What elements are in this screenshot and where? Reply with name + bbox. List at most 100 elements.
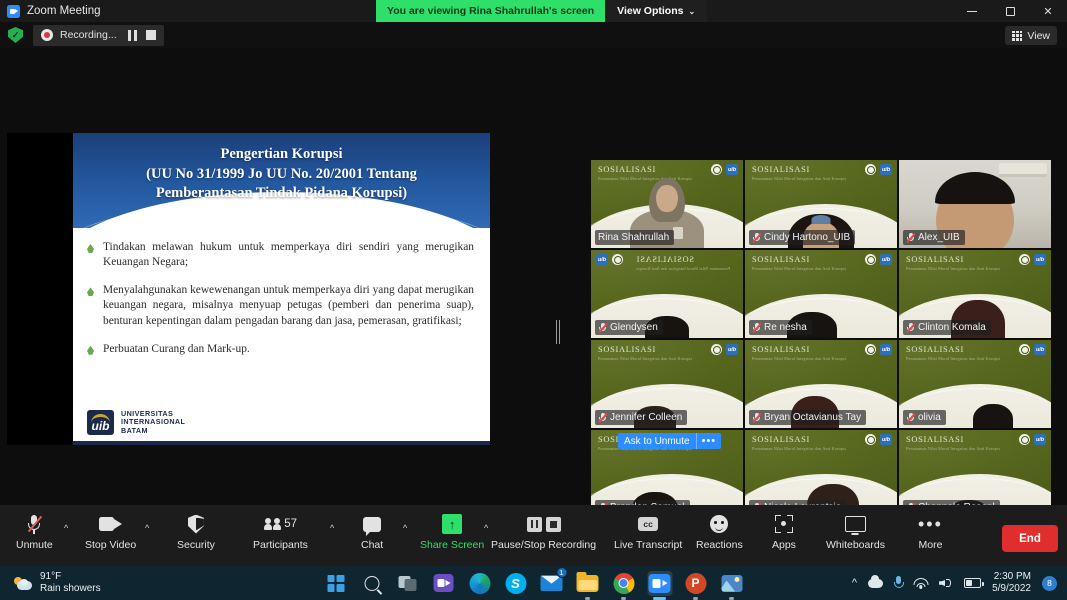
weather-widget[interactable]: 91°F Rain showers <box>14 571 101 596</box>
whiteboard-icon <box>844 513 866 535</box>
powerpoint-button[interactable]: P <box>683 571 708 596</box>
participant-name-bar: Clinton Komala <box>903 320 991 335</box>
uib-badge-icon: uib <box>726 344 738 355</box>
view-layout-button[interactable]: View <box>1005 26 1057 45</box>
seal-icon <box>1019 344 1030 355</box>
virtual-bg-heading: SOSIALISASI <box>752 345 810 354</box>
close-button[interactable]: ✕ <box>1029 0 1067 22</box>
video-tile[interactable]: SOSIALISASI Penanaman Nilai Moral Integr… <box>745 160 897 248</box>
video-tile[interactable]: Alex_UIB <box>899 160 1051 248</box>
virtual-background-title: SOSIALISASI Penanaman Nilai Moral Integr… <box>906 435 1006 452</box>
virtual-background-icons: uib <box>711 164 738 175</box>
ask-to-unmute-button[interactable]: Ask to Unmute <box>618 433 696 449</box>
zoom-taskbar-button[interactable] <box>647 570 672 596</box>
folder-icon <box>576 571 599 592</box>
maximize-button[interactable] <box>991 0 1029 22</box>
chrome-button[interactable] <box>611 571 636 596</box>
virtual-background-title: SOSIALISASI Penanaman Nilai Moral Integr… <box>906 345 1006 362</box>
minimize-icon <box>967 10 977 12</box>
task-view-button[interactable] <box>395 571 420 596</box>
minimize-button[interactable] <box>953 0 991 22</box>
apps-button[interactable]: Apps <box>772 513 796 551</box>
apps-label: Apps <box>772 539 796 551</box>
participants-chevron-icon[interactable]: ^ <box>330 523 334 533</box>
air-conditioner <box>999 163 1047 177</box>
recording-indicator: Recording... <box>33 24 164 46</box>
photos-button[interactable] <box>719 571 744 596</box>
virtual-bg-subheading: Penanaman Nilai Moral Integritas dan Ant… <box>906 356 1001 362</box>
virtual-background-title: SOSIALISASI Penanaman Nilai Moral Integr… <box>636 255 736 272</box>
virtual-background-title: SOSIALISASI Penanaman Nilai Moral Integr… <box>752 435 852 452</box>
video-tile[interactable]: SOSIALISASI Penanaman Nilai Moral Integr… <box>591 340 743 428</box>
audio-options-chevron-icon[interactable]: ^ <box>64 523 68 533</box>
chevron-down-icon: ⌄ <box>688 6 696 16</box>
whiteboards-button[interactable]: Whiteboards <box>826 513 885 551</box>
live-transcript-button[interactable]: cc Live Transcript <box>614 513 682 551</box>
microphone-tray-icon[interactable] <box>894 576 905 590</box>
search-button[interactable] <box>359 571 384 596</box>
clock[interactable]: 2:30 PM 5/9/2022 <box>992 571 1031 596</box>
start-button[interactable] <box>323 571 348 596</box>
share-screen-button[interactable]: Share Screen <box>420 513 484 551</box>
video-options-chevron-icon[interactable]: ^ <box>145 523 149 533</box>
mail-button[interactable]: 1 <box>539 566 567 596</box>
shared-screen-area[interactable]: Pengertian Korupsi (UU No 31/1999 Jo UU … <box>7 133 490 445</box>
windows-taskbar: 91°F Rain showers S 1 P ^ 2:30 PM 5/9/20… <box>0 566 1067 600</box>
video-tile[interactable]: SOSIALISASI Penanaman Nilai Moral Integr… <box>745 340 897 428</box>
virtual-background-icons: uib <box>1019 434 1046 445</box>
virtual-bg-subheading: Penanaman Nilai Moral Integritas dan Ant… <box>906 266 1001 272</box>
tile-more-options-button[interactable]: ••• <box>695 433 722 449</box>
pause-recording-icon[interactable] <box>127 29 137 41</box>
teams-icon <box>433 574 454 592</box>
video-tile[interactable]: SOSIALISASI Penanaman Nilai Moral Integr… <box>899 250 1051 338</box>
seal-icon <box>711 164 722 175</box>
view-options-button[interactable]: View Options ⌄ <box>605 0 708 22</box>
tray-expand-chevron-icon[interactable]: ^ <box>852 577 857 589</box>
volume-icon[interactable] <box>939 577 953 589</box>
security-button[interactable]: Security <box>177 513 215 551</box>
file-explorer-button[interactable] <box>575 571 600 596</box>
chat-chevron-icon[interactable]: ^ <box>403 523 407 533</box>
more-options-button[interactable]: ••• More <box>918 513 943 551</box>
teams-button[interactable] <box>431 571 456 596</box>
skype-button[interactable]: S <box>503 571 528 596</box>
onedrive-cloud-icon[interactable] <box>868 574 884 588</box>
participant-name-bar: Jennifer Colleen <box>595 410 688 425</box>
virtual-bg-heading: SOSIALISASI <box>906 345 964 354</box>
video-tile[interactable]: SOSIALISASI Penanaman Nilai Moral Integr… <box>745 250 897 338</box>
end-meeting-button[interactable]: End <box>1002 525 1058 552</box>
virtual-bg-subheading: Penanaman Nilai Moral Integritas dan Ant… <box>752 356 847 362</box>
pause-stop-recording-button[interactable]: Pause/Stop Recording <box>491 513 596 551</box>
edge-button[interactable] <box>467 571 492 596</box>
share-options-chevron-icon[interactable]: ^ <box>484 523 488 533</box>
participant-name-bar: Cindy Hartono_UIB <box>749 230 856 245</box>
virtual-background-title: SOSIALISASI Penanaman Nilai Moral Integr… <box>598 345 698 362</box>
uib-logo-icon: uib <box>87 409 114 435</box>
chat-button[interactable]: Chat <box>361 513 383 551</box>
rain-cloud-icon <box>14 576 33 591</box>
stop-video-button[interactable]: Stop Video <box>85 513 136 551</box>
wifi-icon[interactable] <box>913 577 929 589</box>
virtual-bg-subheading: Penanaman Nilai Moral Integritas dan Ant… <box>598 356 693 362</box>
unmute-button[interactable]: Unmute <box>16 513 53 551</box>
seal-icon <box>711 344 722 355</box>
skype-icon: S <box>505 572 526 594</box>
reactions-button[interactable]: Reactions <box>696 513 743 551</box>
whiteboards-label: Whiteboards <box>826 539 885 551</box>
mic-muted-icon <box>752 232 761 243</box>
stop-recording-icon[interactable] <box>145 29 156 40</box>
video-tile[interactable]: SOSIALISASI Penanaman Nilai Moral Integr… <box>899 340 1051 428</box>
video-tile[interactable]: SOSIALISASI Penanaman Nilai Moral Integr… <box>591 160 743 248</box>
notification-badge[interactable]: 8 <box>1042 575 1057 591</box>
uib-badge-icon: uib <box>880 164 892 175</box>
virtual-bg-subheading: Penanaman Nilai Moral Integritas dan Ant… <box>752 446 847 452</box>
participants-button[interactable]: 57 Participants <box>253 513 308 551</box>
ask-to-unmute-overlay[interactable]: Ask to Unmute ••• <box>618 433 722 449</box>
virtual-bg-heading: SOSIALISASI <box>752 165 810 174</box>
uib-badge-icon: uib <box>596 254 608 265</box>
encryption-shield-icon[interactable] <box>8 27 23 43</box>
panel-resize-handle[interactable] <box>556 320 560 344</box>
battery-icon[interactable] <box>964 578 984 588</box>
stop-video-label: Stop Video <box>85 539 137 551</box>
video-tile[interactable]: SOSIALISASI Penanaman Nilai Moral Integr… <box>591 250 743 338</box>
